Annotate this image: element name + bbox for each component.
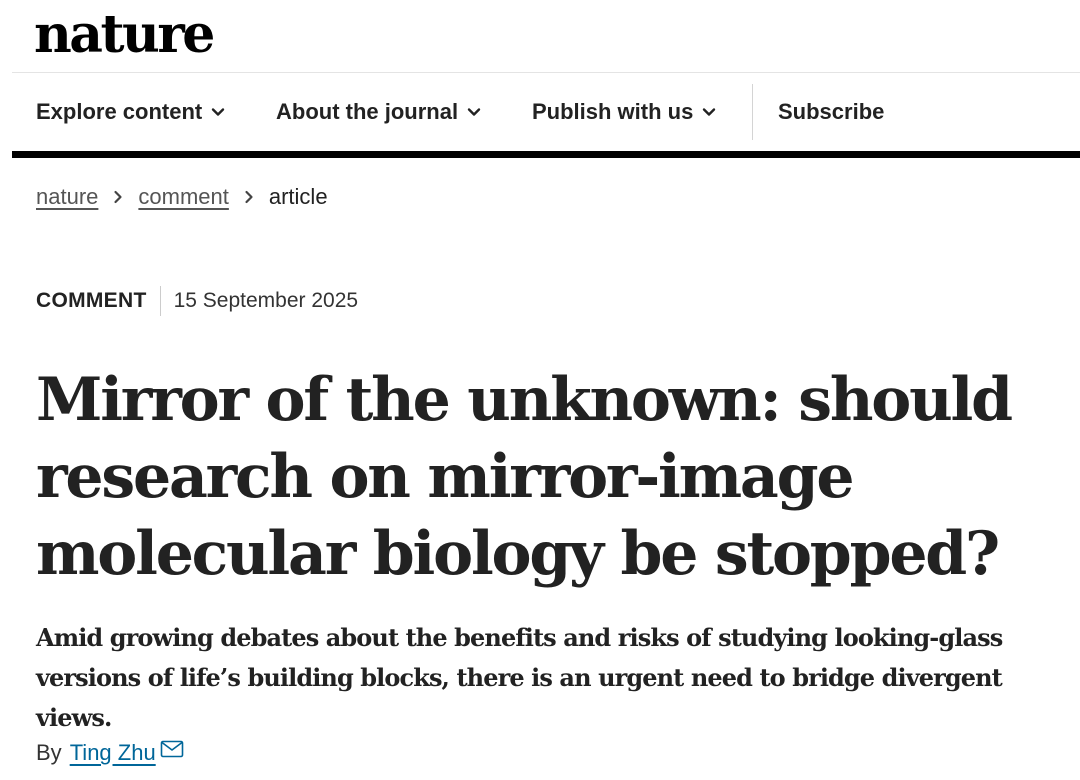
chevron-right-icon (114, 190, 122, 204)
nav-item-label: About the journal (276, 99, 459, 124)
nav-about-the-journal[interactable]: About the journal (276, 99, 481, 125)
publish-date: 15 September 2025 (173, 289, 359, 312)
meta-divider (159, 286, 161, 316)
mail-icon[interactable] (160, 740, 184, 758)
nav-item-label: Publish with us (532, 99, 694, 124)
article-meta: COMMENT 15 September 2025 (36, 286, 358, 316)
article-title: Mirror of the unknown: should research o… (36, 365, 1013, 589)
nav-item-label: Explore content (36, 99, 203, 124)
chevron-down-icon (703, 108, 716, 116)
breadcrumb-nature[interactable]: nature (36, 184, 98, 210)
chevron-down-icon (467, 108, 481, 116)
nav-underline-bar (12, 151, 1080, 158)
article-type: COMMENT (36, 289, 147, 312)
byline-prefix: By (36, 740, 62, 765)
main-nav: Explore content About the journal Publis… (0, 88, 1080, 136)
byline: By Ting Zhu (36, 740, 184, 766)
author-link[interactable]: Ting Zhu (70, 740, 156, 766)
header-divider (12, 72, 1080, 73)
chevron-right-icon (245, 190, 253, 204)
subscribe-link[interactable]: Subscribe (778, 99, 884, 125)
nav-divider (752, 84, 753, 140)
breadcrumb-current: article (268, 184, 328, 209)
chevron-down-icon (212, 108, 225, 116)
breadcrumb: nature comment article (36, 184, 328, 210)
article-standfirst: Amid growing debates about the benefits … (36, 623, 1003, 732)
breadcrumb-comment[interactable]: comment (138, 184, 228, 210)
nav-publish-with-us[interactable]: Publish with us (532, 99, 716, 125)
nature-logo[interactable]: nature (34, 4, 215, 66)
nav-explore-content[interactable]: Explore content (36, 99, 225, 125)
